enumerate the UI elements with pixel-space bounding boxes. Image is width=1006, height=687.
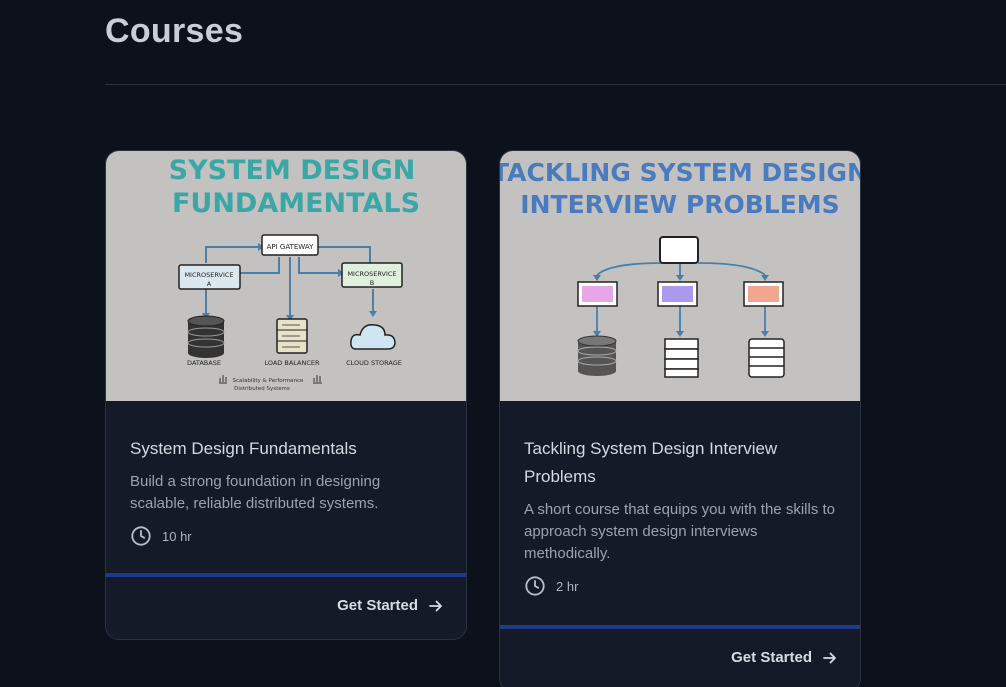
arrow-right-icon xyxy=(823,652,836,663)
course-thumbnail: SYSTEM DESIGN FUNDAMENTALS API GATEWAY M… xyxy=(106,151,466,401)
header-divider xyxy=(105,84,1006,85)
architecture-diagram: SYSTEM DESIGN FUNDAMENTALS API GATEWAY M… xyxy=(169,155,420,392)
arrow-right-icon xyxy=(429,600,442,611)
courses-page: Courses SYSTEM DESIGN FUNDAMENTALS API G… xyxy=(0,0,1006,687)
get-started-button[interactable]: Get Started xyxy=(337,597,444,614)
thumb-heading-line1: TACKLING SYSTEM DESIGN xyxy=(500,158,860,187)
get-started-label: Get Started xyxy=(337,597,418,614)
get-started-button[interactable]: Get Started xyxy=(731,649,838,666)
course-description: Build a strong foundation in designing s… xyxy=(130,473,381,512)
thumb-heading-line1: SYSTEM DESIGN xyxy=(169,155,416,186)
database-label: DATABASE xyxy=(187,359,221,367)
duration-label: 2 hr xyxy=(556,578,579,594)
card-footer: Get Started xyxy=(500,625,860,687)
course-title: Tackling System Design Interview Problem… xyxy=(524,439,778,486)
course-duration: 2 hr xyxy=(524,574,836,598)
duration-label: 10 hr xyxy=(162,528,192,544)
page-title: Courses xyxy=(105,12,244,50)
database-icon xyxy=(577,335,617,376)
microservice-a-label: MICROSERVICE xyxy=(184,271,233,279)
thumb-heading-line2: INTERVIEW PROBLEMS xyxy=(520,190,839,219)
svg-text:A: A xyxy=(207,280,212,288)
thumb-footer-line2: Distributed Systems xyxy=(234,386,290,392)
svg-text:B: B xyxy=(370,279,374,287)
card-footer: Get Started xyxy=(106,573,466,639)
clock-icon xyxy=(131,526,151,546)
course-thumbnail: TACKLING SYSTEM DESIGN INTERVIEW PROBLEM… xyxy=(500,151,860,401)
thumb-heading-line2: FUNDAMENTALS xyxy=(172,188,420,219)
get-started-label: Get Started xyxy=(731,649,812,666)
server-rack-icon xyxy=(664,338,699,378)
database-icon xyxy=(187,315,225,358)
cloud-icon xyxy=(350,323,396,350)
course-card-system-design-fundamentals[interactable]: SYSTEM DESIGN FUNDAMENTALS API GATEWAY M… xyxy=(105,150,467,640)
load-balancer-label: LOAD BALANCER xyxy=(264,359,320,367)
microservice-b-label: MICROSERVICE xyxy=(347,270,396,278)
thumb-footer-line1: Scalability & Performance xyxy=(233,378,305,384)
clock-icon xyxy=(525,576,545,596)
tree-diagram: TACKLING SYSTEM DESIGN INTERVIEW PROBLEM… xyxy=(500,158,860,378)
course-card-tackling-interview-problems[interactable]: TACKLING SYSTEM DESIGN INTERVIEW PROBLEM… xyxy=(499,150,861,687)
course-description: A short course that equips you with the … xyxy=(524,501,835,562)
api-gateway-label: API GATEWAY xyxy=(267,243,314,251)
cloud-storage-label: CLOUD STORAGE xyxy=(346,359,402,367)
server-icon xyxy=(276,318,308,354)
server-rack-icon xyxy=(748,338,785,378)
course-duration: 10 hr xyxy=(130,524,442,548)
course-title: System Design Fundamentals xyxy=(130,439,357,458)
